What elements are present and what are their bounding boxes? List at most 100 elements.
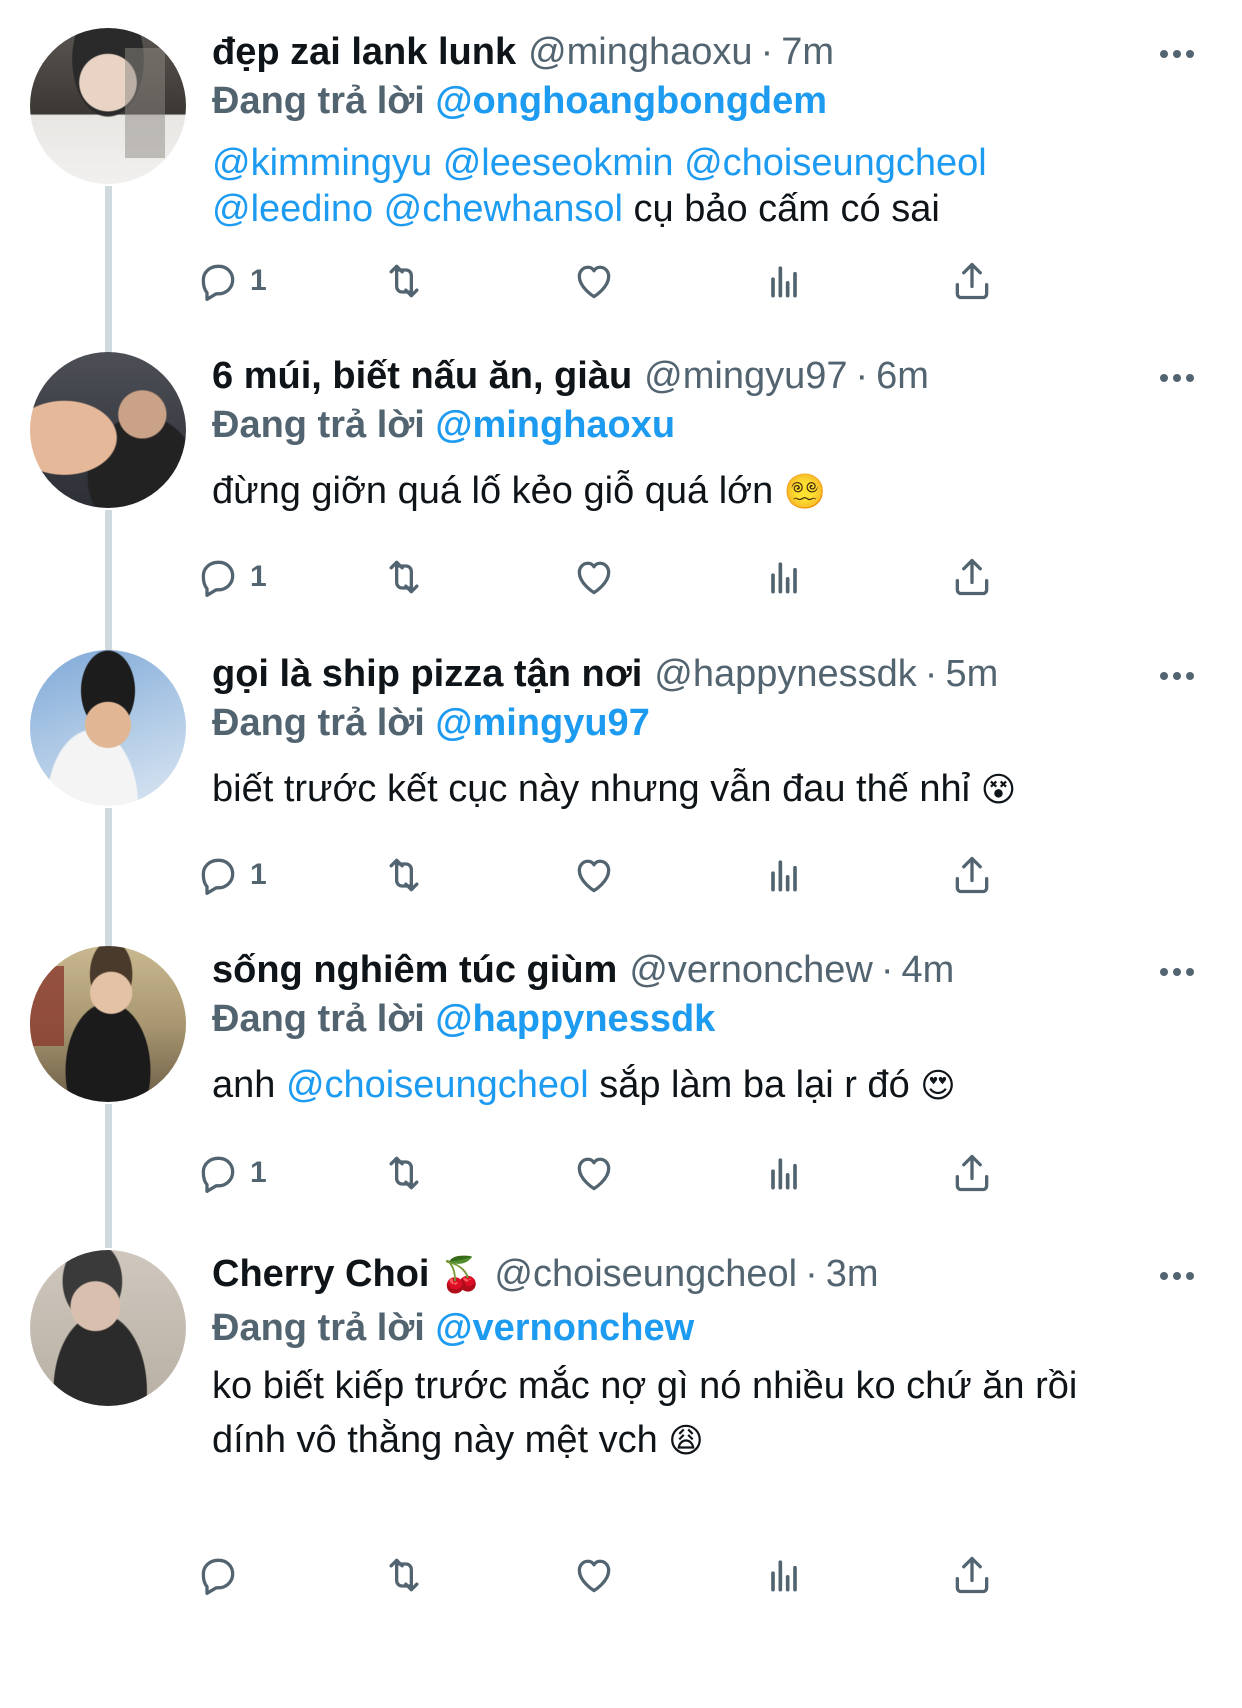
retweet-icon	[389, 560, 419, 594]
display-name[interactable]: 6 múi, biết nấu ăn, giàu	[212, 352, 632, 400]
retweet-icon	[389, 1156, 419, 1190]
retweet-button[interactable]	[382, 1148, 426, 1198]
display-name[interactable]: gọi là ship pizza tận nơi	[212, 650, 642, 698]
display-name-text: Cherry Choi	[212, 1253, 430, 1295]
replying-to-mention[interactable]: @vernonchew	[435, 1307, 694, 1349]
thread-connector	[105, 186, 112, 366]
heart-icon	[577, 859, 611, 893]
retweet-icon	[389, 858, 419, 892]
like-button[interactable]	[572, 552, 616, 602]
like-button[interactable]	[572, 256, 616, 306]
avatar[interactable]	[30, 352, 186, 508]
thread-connector	[105, 510, 112, 652]
avatar[interactable]	[30, 28, 186, 184]
reply-icon	[201, 1558, 235, 1595]
weary-face-emoji: 😩	[668, 1421, 704, 1461]
replying-to-mention[interactable]: @minghaoxu	[435, 404, 675, 446]
retweet-button[interactable]	[382, 256, 426, 306]
share-button[interactable]	[950, 1148, 994, 1198]
display-name[interactable]: đẹp zai lank lunk	[212, 28, 516, 76]
analytics-icon	[771, 562, 797, 594]
timestamp[interactable]: 3m	[826, 1250, 879, 1298]
mention-list[interactable]: @kimmingyu @leeseokmin @choiseungcheol	[212, 140, 1212, 186]
retweet-button[interactable]	[382, 850, 426, 900]
heart-eyes-emoji: 😍	[920, 1066, 956, 1106]
reply-button[interactable]: 1	[196, 850, 267, 900]
replying-to-mention[interactable]: @onghoangbongdem	[435, 80, 827, 122]
more-options-icon[interactable]	[1152, 358, 1202, 398]
avatar[interactable]	[30, 650, 186, 806]
tweet-header: gọi là ship pizza tận nơi @happynessdk ·…	[212, 650, 1212, 698]
user-handle[interactable]: @vernonchew	[629, 946, 872, 994]
replying-to: Đang trả lời @onghoangbongdem	[212, 76, 1212, 126]
user-handle[interactable]: @choiseungcheol	[494, 1250, 797, 1298]
analytics-button[interactable]	[762, 552, 806, 602]
share-icon	[955, 856, 989, 894]
user-handle[interactable]: @mingyu97	[644, 352, 847, 400]
share-button[interactable]	[950, 850, 994, 900]
like-button[interactable]	[572, 1550, 616, 1600]
reply-button[interactable]: 1	[196, 552, 267, 602]
display-name[interactable]: sống nghiêm túc giùm	[212, 946, 617, 994]
more-options-icon[interactable]	[1152, 952, 1202, 992]
avatar[interactable]	[30, 946, 186, 1102]
analytics-button[interactable]	[762, 1550, 806, 1600]
timestamp[interactable]: 6m	[876, 352, 929, 400]
astonished-face-emoji: 😵	[980, 770, 1017, 810]
reply-icon	[201, 264, 235, 301]
heart-icon	[577, 561, 611, 595]
analytics-button[interactable]	[762, 850, 806, 900]
tweet-text: biết trước kết cục này nhưng vẫn đau thế…	[212, 766, 1212, 813]
mention-list[interactable]: @leedino @chewhansol	[212, 188, 623, 230]
analytics-button[interactable]	[762, 1148, 806, 1198]
replying-to: Đang trả lời @happynessdk	[212, 994, 1212, 1044]
tweet-body-line: ko biết kiếp trước mắc nợ gì nó nhiều ko…	[212, 1365, 1078, 1407]
tweet-header: sống nghiêm túc giùm @vernonchew · 4m	[212, 946, 1212, 994]
reply-count: 1	[250, 858, 267, 891]
more-options-icon[interactable]	[1152, 1256, 1202, 1296]
reply-icon	[201, 858, 235, 895]
user-handle[interactable]: @happynessdk	[654, 650, 917, 698]
user-handle[interactable]: @minghaoxu	[528, 28, 752, 76]
replying-to-mention[interactable]: @happynessdk	[435, 998, 715, 1040]
avatar[interactable]	[30, 1250, 186, 1406]
replying-to-mention[interactable]: @mingyu97	[435, 702, 649, 744]
display-name[interactable]: Cherry Choi 🍒	[212, 1250, 482, 1299]
share-icon	[955, 1154, 989, 1192]
thread-connector	[105, 808, 112, 950]
retweet-button[interactable]	[382, 1550, 426, 1600]
reply-count: 1	[250, 264, 267, 297]
replying-to-label: Đang trả lời	[212, 1307, 425, 1349]
more-options-icon[interactable]	[1152, 656, 1202, 696]
reply-button[interactable]	[196, 1550, 250, 1600]
separator-dot: ·	[805, 1253, 818, 1295]
action-bar: 1	[201, 552, 1032, 602]
timestamp[interactable]: 5m	[945, 650, 998, 698]
body-mention[interactable]: @choiseungcheol	[286, 1064, 589, 1106]
replying-to: Đang trả lời @minghaoxu	[212, 400, 1212, 450]
analytics-button[interactable]	[762, 256, 806, 306]
like-button[interactable]	[572, 1148, 616, 1198]
share-button[interactable]	[950, 552, 994, 602]
retweet-icon	[389, 264, 419, 298]
timestamp[interactable]: 7m	[781, 28, 834, 76]
reply-button[interactable]: 1	[196, 256, 267, 306]
share-icon	[955, 1556, 989, 1594]
action-bar: 1	[201, 850, 1032, 900]
share-button[interactable]	[950, 256, 994, 306]
share-button[interactable]	[950, 1550, 994, 1600]
replying-to-label: Đang trả lời	[212, 702, 425, 744]
timestamp[interactable]: 4m	[901, 946, 954, 994]
dizzy-face-emoji: 😵‍💫	[783, 472, 827, 512]
reply-button[interactable]: 1	[196, 1148, 267, 1198]
tweet-body: biết trước kết cục này nhưng vẫn đau thế…	[212, 768, 971, 810]
analytics-icon	[771, 860, 797, 892]
replying-to: Đang trả lời @vernonchew	[212, 1303, 1212, 1353]
replying-to-label: Đang trả lời	[212, 80, 425, 122]
more-options-icon[interactable]	[1152, 34, 1202, 74]
action-bar: 1	[201, 256, 1032, 306]
retweet-button[interactable]	[382, 552, 426, 602]
separator-dot: ·	[855, 355, 869, 397]
like-button[interactable]	[572, 850, 616, 900]
replying-to-label: Đang trả lời	[212, 404, 425, 446]
